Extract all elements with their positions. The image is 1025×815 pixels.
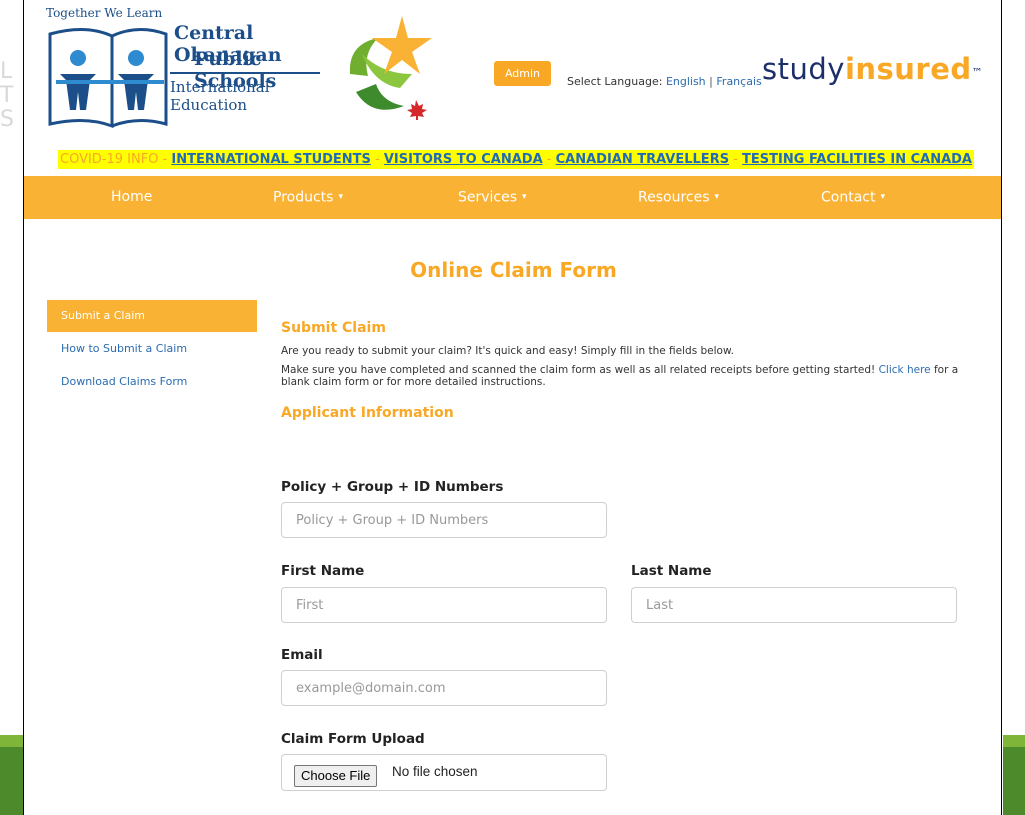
covid-separator: -	[542, 152, 556, 167]
choose-file-button[interactable]: Choose File	[294, 765, 378, 787]
sidebar: Submit a Claim How to Submit a Claim Dow…	[47, 300, 257, 398]
language-french-link[interactable]: Français	[716, 75, 761, 88]
star-maple-logo-icon	[349, 16, 432, 120]
logo-title-line3: International Education	[170, 78, 270, 114]
chevron-down-icon: ▾	[522, 192, 527, 202]
chevron-down-icon: ▾	[338, 192, 343, 202]
nav-home-label: Home	[111, 189, 153, 205]
applicant-info-heading: Applicant Information	[281, 405, 454, 421]
background-slide-footer-left	[0, 735, 24, 815]
claim-file-upload: Choose File No file chosen	[281, 754, 607, 791]
nav-services-label: Services	[458, 189, 518, 206]
covid-link-visitors[interactable]: VISITORS TO CANADA	[384, 152, 543, 167]
open-book-icon	[48, 27, 168, 129]
last-name-input[interactable]	[631, 587, 957, 623]
brand-study: study	[762, 52, 845, 86]
first-name-input[interactable]	[281, 587, 607, 623]
logo-divider	[170, 72, 320, 74]
logo-tagline: Together We Learn	[46, 6, 163, 20]
covid-separator: -	[158, 152, 172, 167]
nav-products[interactable]: Products ▾	[273, 176, 343, 219]
covid-separator: -	[729, 152, 743, 167]
intro-text: Are you ready to submit your claim? It's…	[281, 345, 734, 357]
nav-contact[interactable]: Contact ▾	[821, 176, 885, 219]
chevron-down-icon: ▾	[880, 192, 885, 202]
covid-link-testing-facilities[interactable]: TESTING FACILITIES IN CANADA	[742, 152, 972, 167]
covid-separator: -	[370, 152, 384, 167]
admin-button[interactable]: Admin	[494, 61, 551, 86]
main-nav: Home Products ▾ Services ▾ Resources ▾ Cont…	[24, 176, 1001, 219]
school-district-logo[interactable]: Together We Learn Central Okanagan Publi…	[46, 6, 320, 130]
sidebar-item-submit-claim[interactable]: Submit a Claim	[47, 300, 257, 332]
nav-services[interactable]: Services ▾	[458, 176, 527, 219]
policy-label: Policy + Group + ID Numbers	[281, 479, 504, 495]
email-field[interactable]	[281, 670, 607, 706]
nav-resources-label: Resources	[638, 189, 710, 206]
background-slide-text: LTS	[0, 60, 14, 132]
language-english-link[interactable]: English	[666, 75, 706, 88]
covid-link-canadian-travellers[interactable]: CANADIAN TRAVELLERS	[556, 152, 729, 167]
instructions-before: Make sure you have completed and scanned…	[281, 364, 879, 376]
last-name-label: Last Name	[631, 563, 712, 579]
email-label: Email	[281, 647, 323, 663]
nav-contact-label: Contact	[821, 189, 876, 206]
nav-home[interactable]: Home	[111, 176, 152, 219]
sidebar-item-download-form[interactable]: Download Claims Form	[47, 365, 257, 398]
language-selector: Select Language: English | Français	[567, 75, 762, 88]
click-here-link[interactable]: Click here	[879, 364, 931, 376]
brand-trademark: ™	[971, 66, 984, 79]
page-title: Online Claim Form	[410, 258, 617, 282]
policy-numbers-input[interactable]	[281, 502, 607, 538]
background-slide-footer-right	[1003, 735, 1025, 815]
language-separator: |	[709, 75, 713, 88]
covid-info-label: COVID-19 INFO	[60, 152, 159, 167]
chevron-down-icon: ▾	[714, 192, 720, 202]
studyinsured-logo[interactable]: studyinsured™	[762, 52, 983, 86]
first-name-label: First Name	[281, 563, 365, 579]
browser-page: Together We Learn Central Okanagan Publi…	[23, 0, 1002, 815]
submit-claim-heading: Submit Claim	[281, 320, 386, 336]
claim-content: Submit Claim Are you ready to submit you…	[281, 320, 961, 421]
file-status-text: No file chosen	[392, 764, 478, 779]
brand-insured: insured	[844, 52, 972, 86]
nav-products-label: Products	[273, 189, 334, 206]
covid-info-bar: COVID-19 INFO - INTERNATIONAL STUDENTS -…	[58, 150, 974, 169]
nav-resources[interactable]: Resources ▾	[638, 176, 719, 219]
sidebar-item-how-to-submit[interactable]: How to Submit a Claim	[47, 332, 257, 365]
claim-upload-label: Claim Form Upload	[281, 731, 425, 747]
covid-link-international-students[interactable]: INTERNATIONAL STUDENTS	[171, 152, 370, 167]
instructions-text: Make sure you have completed and scanned…	[281, 364, 961, 388]
language-prefix: Select Language:	[567, 75, 663, 88]
